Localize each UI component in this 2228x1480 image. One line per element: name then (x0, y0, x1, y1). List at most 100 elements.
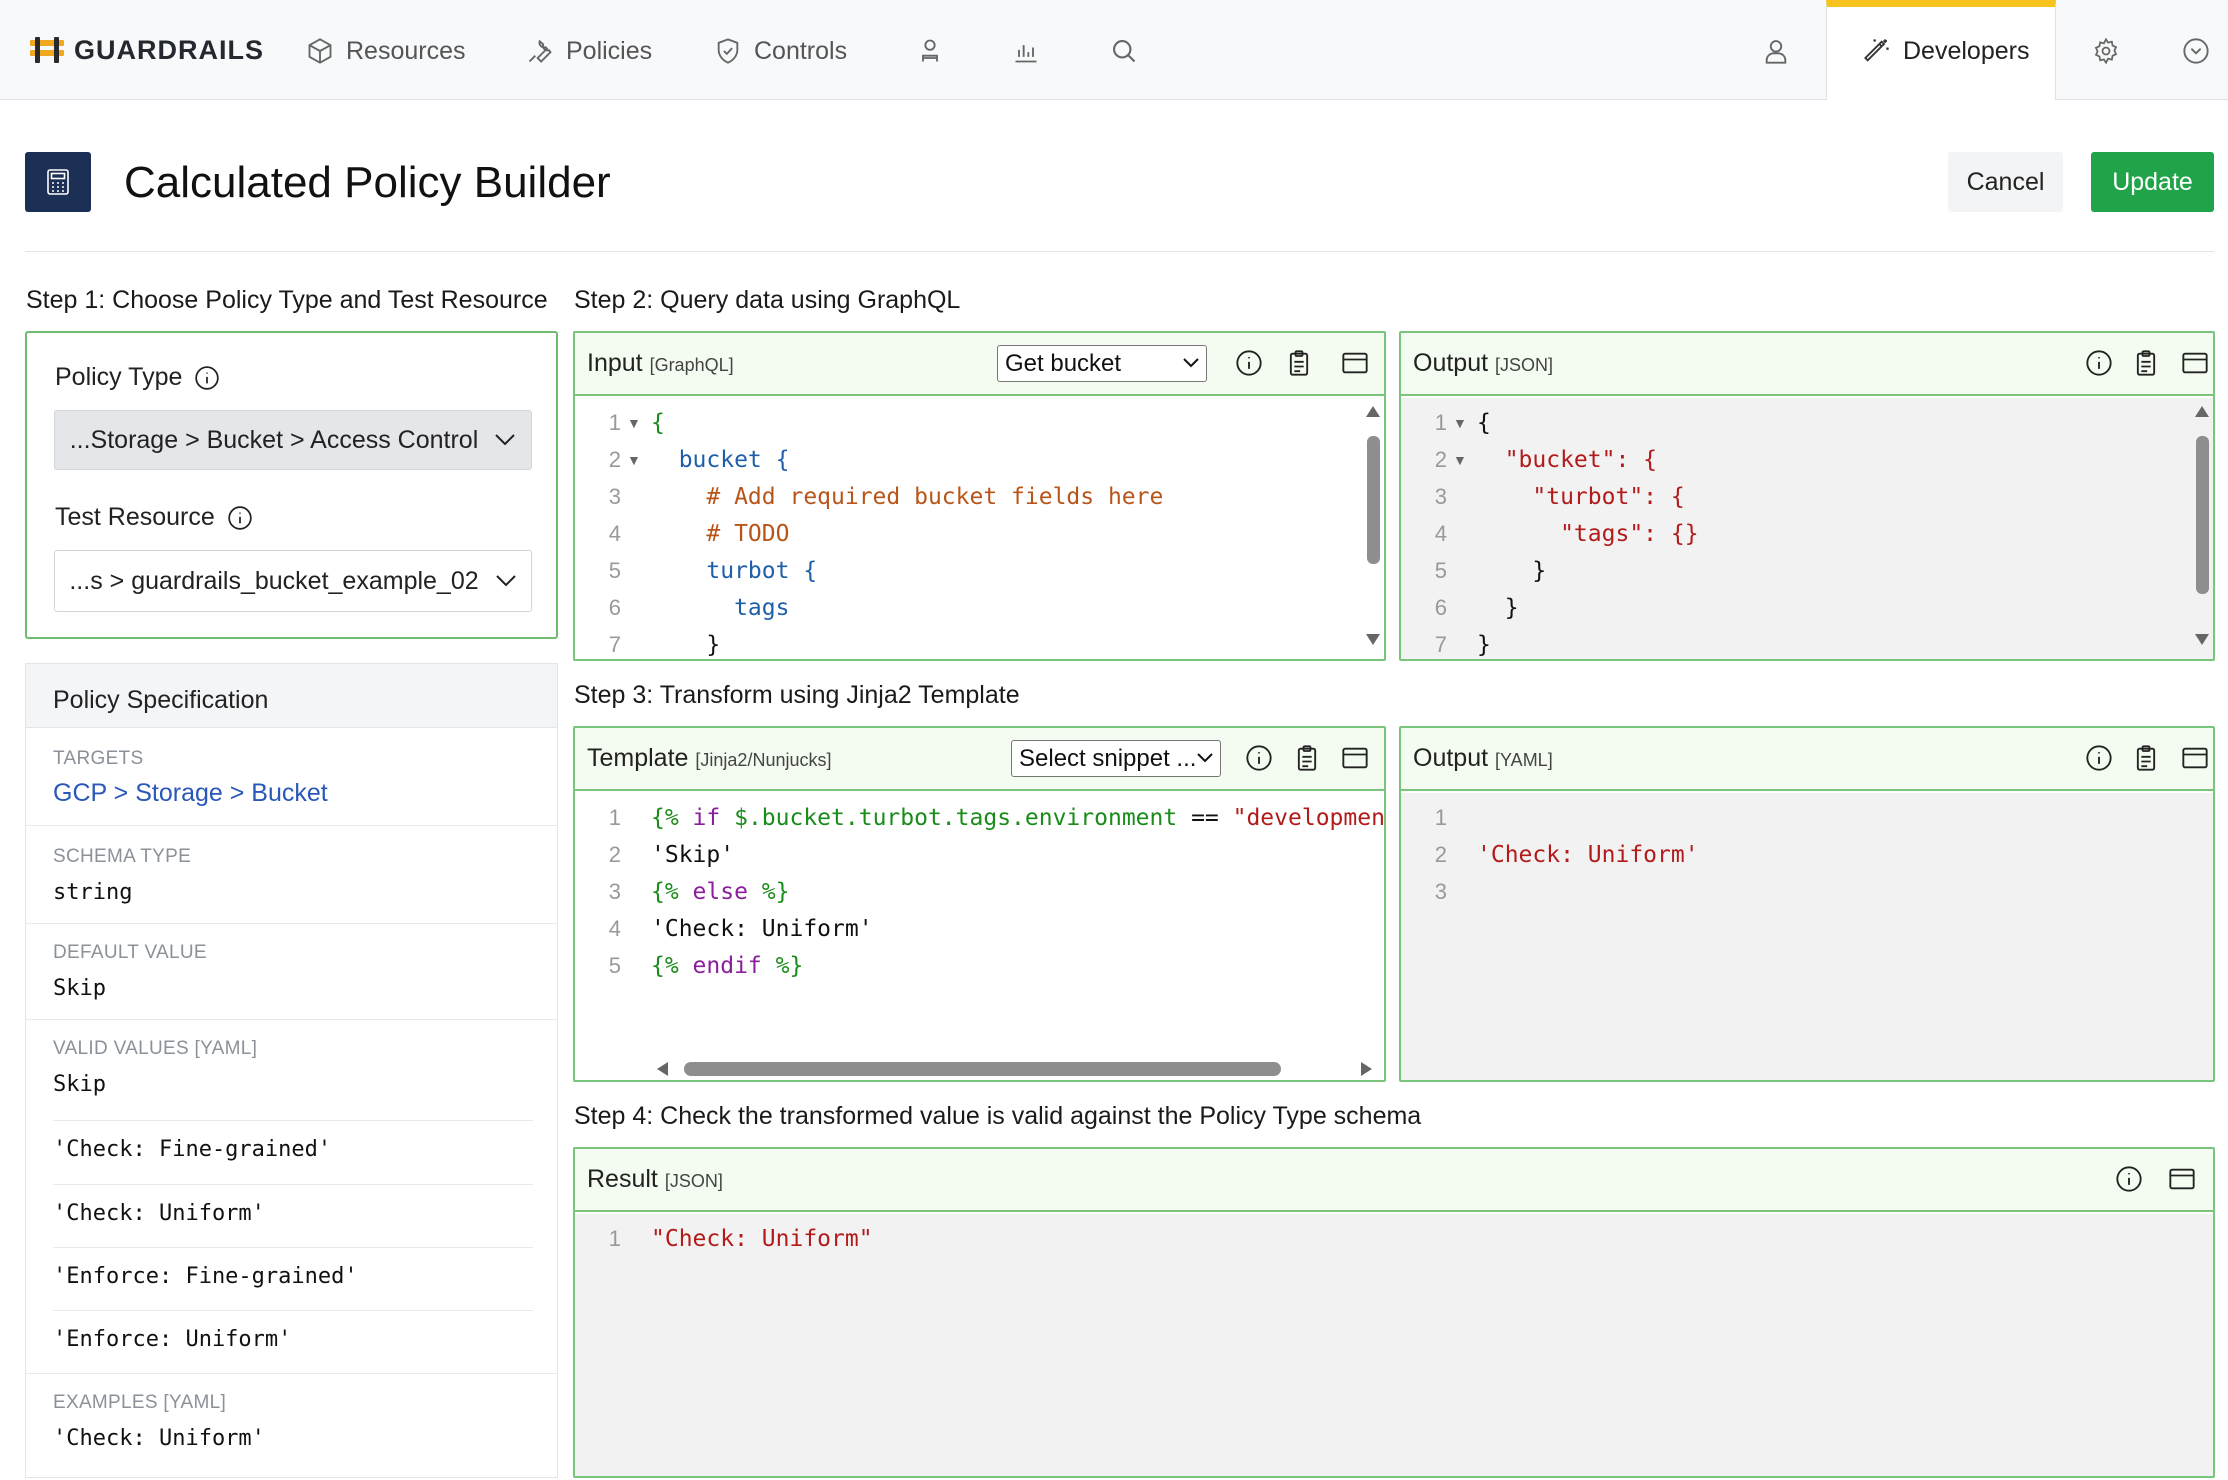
valid-value-item: 'Check: Fine-grained' (53, 1120, 533, 1184)
vertical-scrollbar[interactable] (1360, 398, 1384, 659)
schema-type-label: SCHEMA TYPE (53, 846, 192, 867)
choose-policy-panel: Policy Type ...Storage > Bucket > Access… (25, 331, 558, 639)
test-resource-label: Test Resource (55, 503, 253, 532)
clipboard-icon[interactable] (1285, 349, 1313, 377)
scroll-right-arrow[interactable] (1361, 1062, 1372, 1076)
scroll-thumb[interactable] (684, 1062, 1281, 1076)
chevron-circle-down-icon (2183, 38, 2209, 64)
step4-heading: Step 4: Check the transformed value is v… (574, 1102, 1422, 1130)
scroll-thumb[interactable] (1367, 436, 1380, 564)
code-text: "Check: Uniform" (651, 1225, 873, 1252)
spec-valid-values: VALID VALUES [YAML] Skip 'Check: Fine-gr… (26, 1020, 557, 1374)
nav-more[interactable] (2182, 36, 2210, 66)
result-title-text: Result (587, 1165, 658, 1193)
nav-policies[interactable]: Policies (526, 36, 652, 66)
chevron-down-icon (1197, 753, 1213, 763)
vertical-scrollbar[interactable] (2189, 398, 2213, 659)
nav-search[interactable] (1110, 36, 1138, 66)
code-text: } (1477, 557, 1547, 584)
gear-icon (2094, 37, 2118, 65)
horizontal-scrollbar[interactable] (575, 1056, 1384, 1080)
code-text: tags (651, 594, 790, 621)
brand-logo[interactable]: GUARDRAILS (30, 34, 264, 66)
clipboard-icon[interactable] (1293, 744, 1321, 772)
output-yaml-subtitle: [YAML] (1495, 750, 1553, 770)
output-json-title-text: Output (1413, 349, 1489, 377)
search-icon (1113, 40, 1136, 63)
expand-panel-icon[interactable] (2181, 349, 2209, 377)
nav-controls[interactable]: Controls (714, 36, 847, 66)
template-subtitle: [Jinja2/Nunjucks] (695, 750, 832, 770)
clipboard-icon[interactable] (2132, 744, 2160, 772)
code-text: { (651, 409, 665, 436)
info-icon[interactable] (1245, 744, 1273, 772)
test-resource-label-text: Test Resource (55, 503, 215, 531)
scroll-left-arrow[interactable] (657, 1062, 668, 1076)
test-resource-value: ...s > guardrails_bucket_example_02 (69, 566, 479, 595)
nav-actors[interactable] (916, 36, 944, 66)
nav-profile[interactable] (1762, 36, 1790, 66)
input-title-text: Input (587, 349, 643, 377)
policy-type-select[interactable]: ...Storage > Bucket > Access Control (54, 410, 532, 470)
update-button[interactable]: Update (2091, 152, 2214, 212)
scroll-down-arrow[interactable] (1366, 634, 1380, 645)
template-title-text: Template (587, 744, 689, 772)
info-icon[interactable] (2085, 349, 2113, 377)
code-text: turbot { (651, 557, 818, 584)
scroll-up-arrow[interactable] (2195, 406, 2209, 417)
nav-developers-label: Developers (1903, 36, 2030, 65)
scroll-up-arrow[interactable] (1366, 406, 1380, 417)
cancel-button[interactable]: Cancel (1948, 152, 2063, 212)
output-yaml-title-text: Output (1413, 744, 1489, 772)
yaml-output-panel: Output [YAML] 1 2 'Check: Uniform' 3 (1399, 726, 2215, 1082)
scroll-down-arrow[interactable] (2195, 634, 2209, 645)
code-text: } (1477, 631, 1491, 658)
json-output-viewer: 1 ▼{ 2 ▼ "bucket": { 3 "turbot": { 4 "tags… (1401, 398, 2213, 659)
snippet-select[interactable]: Select snippet ... (1011, 740, 1221, 777)
code-text: {% else %} (651, 878, 790, 905)
graphql-editor[interactable]: 1 ▼{ 2 ▼ bucket { 3 # Add required bucket … (575, 398, 1384, 659)
result-subtitle: [JSON] (664, 1171, 723, 1191)
info-icon[interactable] (2085, 744, 2113, 772)
info-icon[interactable] (227, 505, 253, 531)
input-title: Input [GraphQL] (587, 349, 734, 378)
expand-panel-icon[interactable] (1341, 349, 1369, 377)
template-title: Template [Jinja2/Nunjucks] (587, 744, 831, 773)
nav-developers-tab[interactable]: Developers (1826, 0, 2056, 100)
nav-settings[interactable] (2092, 36, 2120, 66)
valid-values-label: VALID VALUES [YAML] (53, 1038, 258, 1059)
json-output-header: Output [JSON] (1401, 333, 2213, 396)
output-json-subtitle: [JSON] (1495, 355, 1554, 375)
info-icon[interactable] (2115, 1165, 2143, 1193)
info-icon[interactable] (194, 365, 220, 391)
expand-panel-icon[interactable] (2181, 744, 2209, 772)
nav-resources[interactable]: Resources (306, 36, 466, 66)
nav-controls-label: Controls (754, 36, 848, 65)
result-header: Result [JSON] (575, 1149, 2213, 1212)
code-text: "bucket": { (1477, 446, 1658, 473)
result-title: Result [JSON] (587, 1165, 723, 1194)
scroll-thumb[interactable] (2196, 436, 2209, 594)
expand-panel-icon[interactable] (1341, 744, 1369, 772)
chevron-down-icon (1183, 358, 1199, 368)
bar-chart-icon (1015, 45, 1037, 63)
nav-resources-label: Resources (346, 36, 466, 65)
examples-label: EXAMPLES [YAML] (53, 1392, 227, 1413)
code-text: { (1477, 409, 1491, 436)
policy-type-value: ...Storage > Bucket > Access Control (69, 425, 479, 454)
nav-reports[interactable] (1012, 36, 1040, 66)
clipboard-icon[interactable] (2132, 349, 2160, 377)
query-template-value: Get bucket (1005, 349, 1122, 377)
template-editor[interactable]: 1 {% if $.bucket.turbot.tags.environment … (575, 793, 1384, 1080)
magic-wand-icon (1864, 39, 1889, 62)
expand-panel-icon[interactable] (2168, 1165, 2196, 1193)
spec-default-value: DEFAULT VALUE Skip (26, 924, 557, 1020)
targets-link[interactable]: GCP > Storage > Bucket (53, 779, 328, 808)
query-template-select[interactable]: Get bucket (997, 345, 1207, 382)
valid-value-item: Skip (53, 1072, 106, 1097)
graphql-input-header: Input [GraphQL] Get bucket (575, 333, 1384, 396)
info-icon[interactable] (1235, 349, 1263, 377)
test-resource-select[interactable]: ...s > guardrails_bucket_example_02 (54, 550, 532, 612)
policy-type-label: Policy Type (55, 363, 220, 392)
nav-developers[interactable]: Developers (1863, 36, 2029, 66)
